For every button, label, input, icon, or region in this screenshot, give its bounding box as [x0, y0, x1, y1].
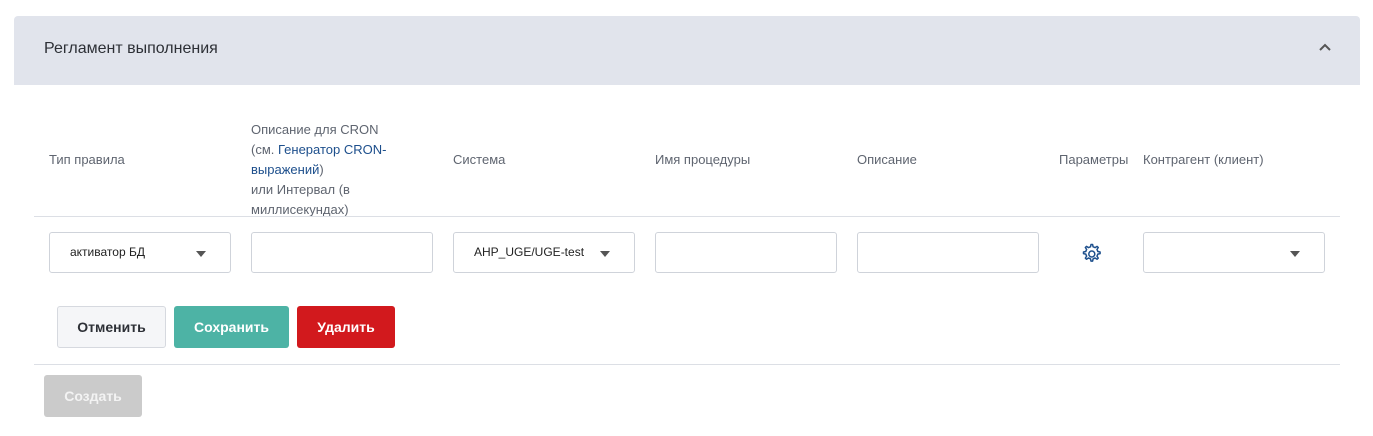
chevron-down-icon: [196, 251, 206, 257]
description-input[interactable]: [857, 232, 1039, 273]
header-rule-type: Тип правила: [49, 152, 125, 167]
counterparty-select[interactable]: [1143, 232, 1325, 273]
chevron-down-icon: [600, 251, 610, 257]
header-cron: Описание для CRON (см. Генератор CRON- в…: [251, 120, 451, 220]
header-procedure-name: Имя процедуры: [655, 152, 751, 167]
header-description: Описание: [857, 152, 917, 167]
system-value: AHP_UGE/UGE-test: [474, 245, 585, 259]
gear-icon[interactable]: [1079, 242, 1103, 266]
header-cron-prefix: (см.: [251, 142, 278, 157]
header-counterparty: Контрагент (клиент): [1143, 152, 1264, 167]
save-button[interactable]: Сохранить: [174, 306, 289, 348]
header-cron-suffix: ): [319, 162, 324, 177]
chevron-up-icon[interactable]: [1318, 40, 1332, 54]
rule-type-select[interactable]: активатор БД: [49, 232, 231, 273]
header-system: Система: [453, 152, 506, 167]
procedure-name-input[interactable]: [655, 232, 837, 273]
header-cron-link-line2: выражений): [251, 160, 451, 180]
chevron-down-icon: [1290, 251, 1300, 257]
table-divider: [34, 216, 1340, 217]
cancel-button[interactable]: Отменить: [57, 306, 166, 348]
header-cron-interval: или Интервал (в миллисекундах): [251, 182, 350, 217]
delete-button[interactable]: Удалить: [297, 306, 395, 348]
rule-type-value: активатор БД: [70, 245, 145, 259]
cron-generator-link[interactable]: Генератор CRON-: [278, 142, 386, 157]
panel-header[interactable]: Регламент выполнения: [14, 16, 1360, 85]
create-button[interactable]: Создать: [44, 375, 142, 417]
panel-title: Регламент выполнения: [44, 40, 218, 57]
header-cron-link-line: (см. Генератор CRON-: [251, 140, 451, 160]
cron-input[interactable]: [251, 232, 433, 273]
system-select[interactable]: AHP_UGE/UGE-test: [453, 232, 635, 273]
header-cron-title: Описание для CRON: [251, 122, 379, 137]
header-parameters: Параметры: [1059, 152, 1129, 167]
actions-divider: [34, 364, 1340, 365]
cron-generator-link-cont[interactable]: выражений: [251, 162, 319, 177]
